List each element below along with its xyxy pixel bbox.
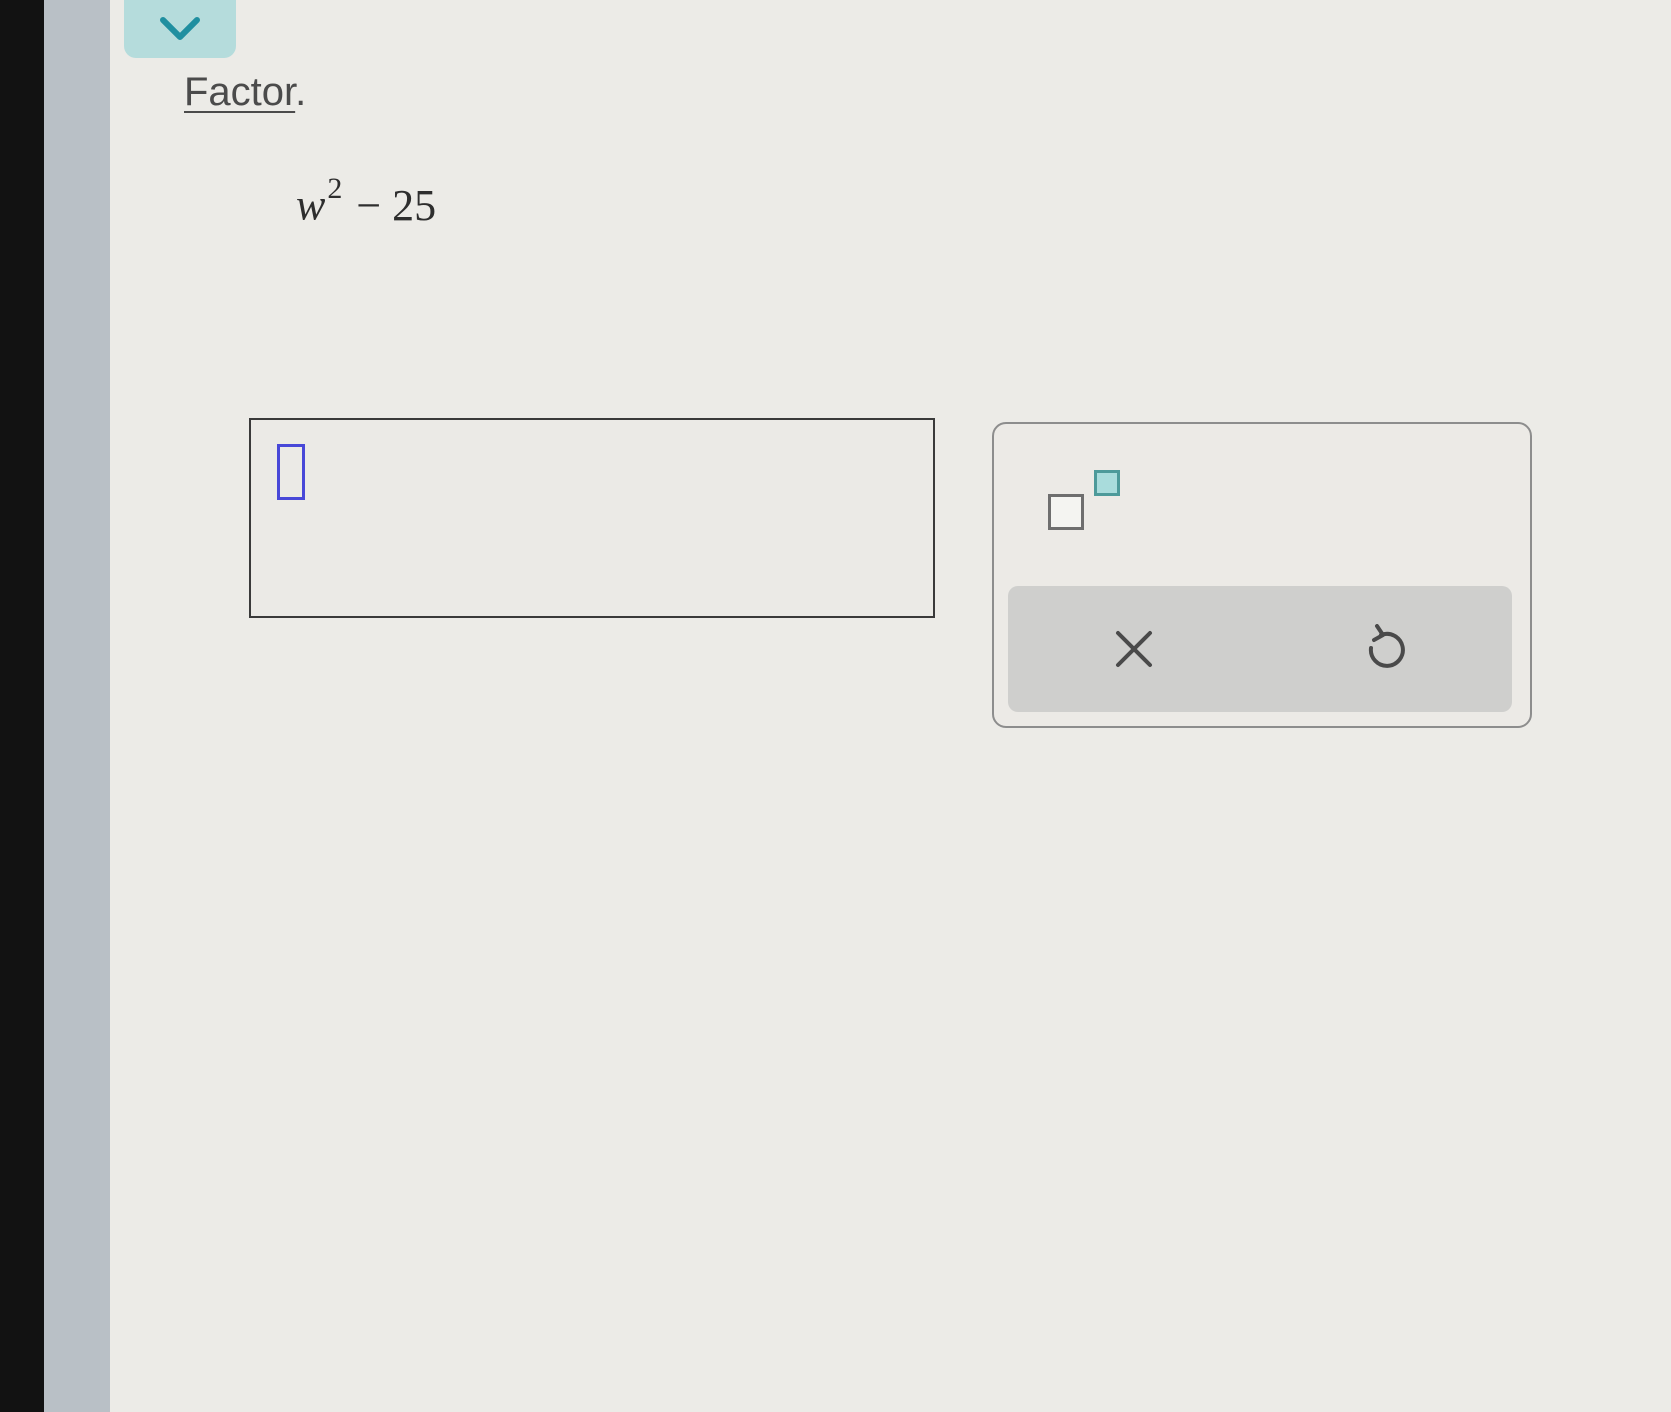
superscript-exponent-box-icon: [1094, 470, 1120, 496]
answer-cursor-placeholder[interactable]: [277, 444, 305, 500]
question-instruction: Factor.: [184, 70, 306, 115]
superscript-template-button[interactable]: [1048, 470, 1128, 534]
answer-input[interactable]: [249, 418, 935, 618]
chevron-down-icon: [160, 17, 200, 40]
clear-button[interactable]: [1008, 586, 1260, 712]
expression-variable: w: [296, 180, 326, 230]
close-icon: [1116, 631, 1152, 667]
collapse-toggle-button[interactable]: [124, 0, 236, 58]
expression-constant: − 25: [356, 180, 437, 230]
math-keypad: [992, 422, 1532, 728]
undo-button[interactable]: [1260, 586, 1512, 712]
instruction-punctuation: .: [295, 70, 307, 114]
math-expression: w2 − 25: [296, 172, 437, 231]
instruction-link[interactable]: Factor: [184, 70, 295, 114]
superscript-base-box-icon: [1048, 494, 1084, 530]
undo-icon: [1368, 624, 1405, 668]
expression-exponent: 2: [327, 172, 343, 205]
keypad-action-bar: [1008, 586, 1512, 712]
side-rail: [44, 0, 112, 1412]
